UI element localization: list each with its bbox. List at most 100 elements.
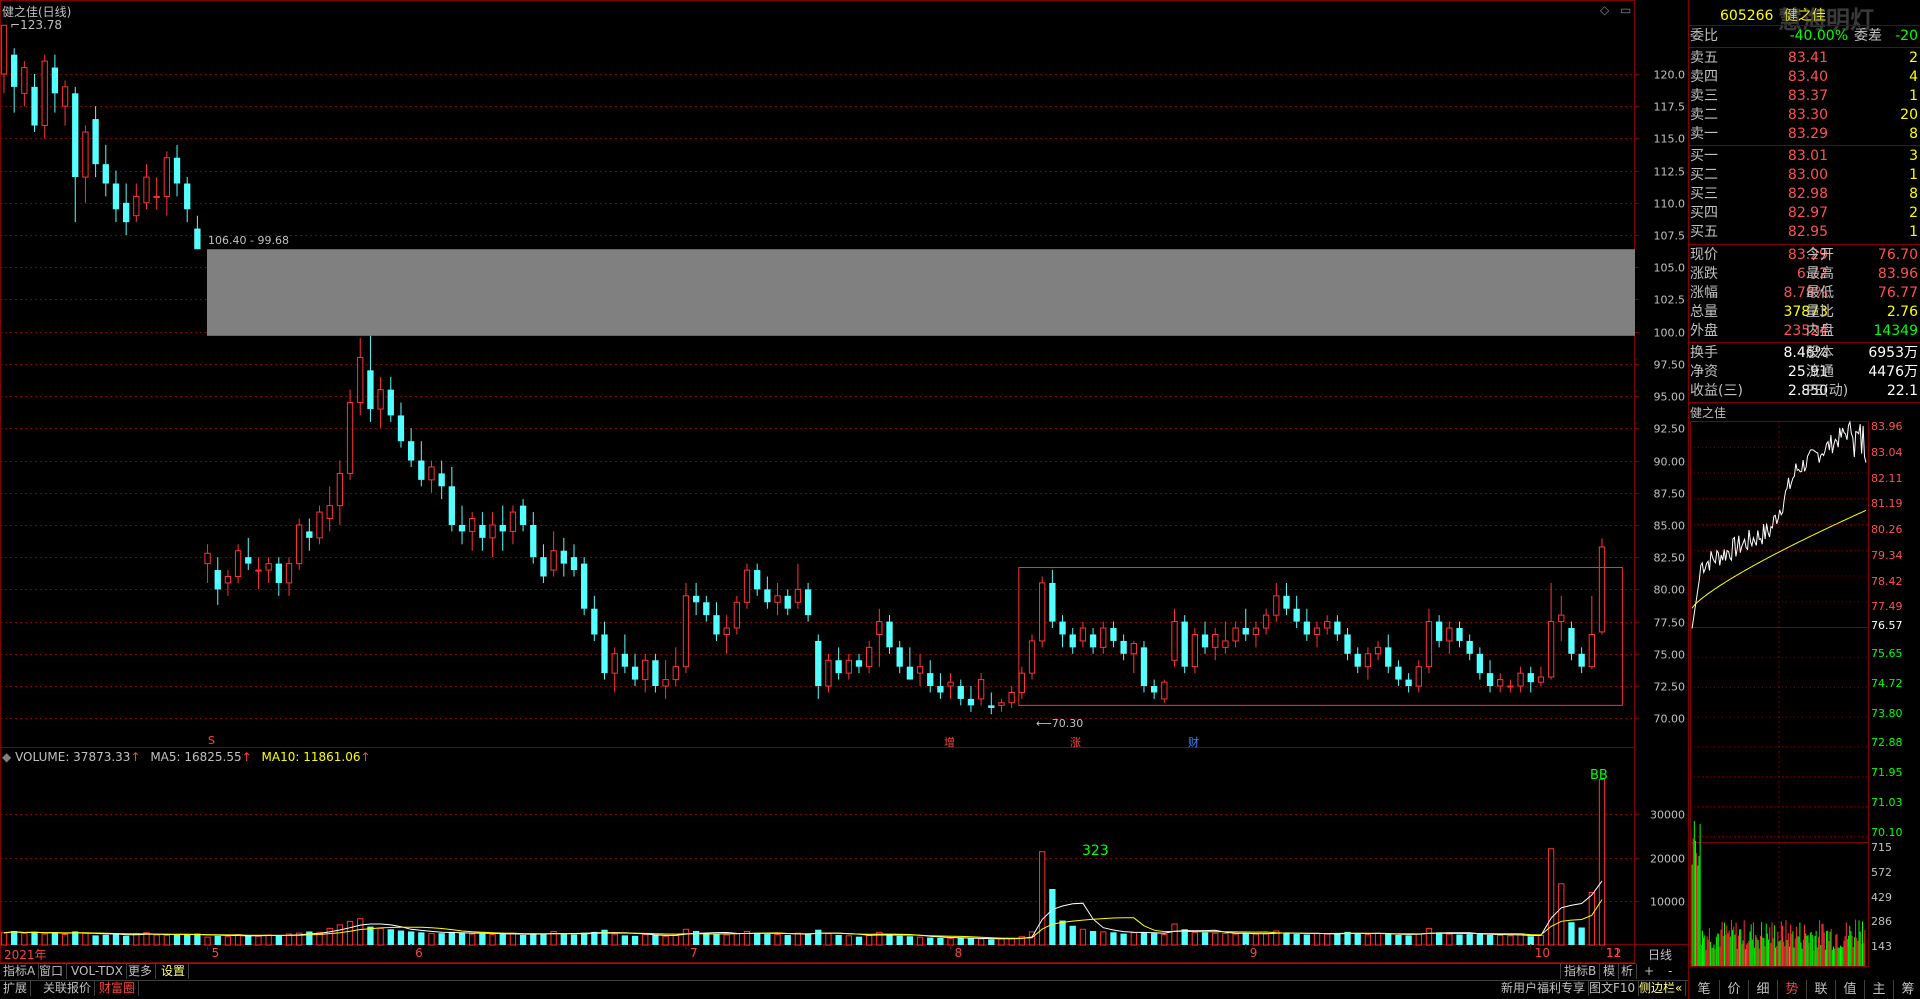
event-marker-zeng[interactable]: 增 — [944, 734, 955, 750]
tab-indicator-a[interactable]: 指标A — [0, 964, 40, 979]
candle-body — [886, 621, 893, 648]
candle-body — [357, 356, 364, 404]
price-axis-label: 117.5 — [1654, 101, 1686, 114]
mini-tab[interactable]: 势 — [1777, 980, 1806, 999]
event-marker-zhang[interactable]: 涨 — [1070, 734, 1081, 750]
main-chart[interactable]: 120.0 117.5 115.0 112.5 110.0 107.5 105.0 102.5… — [0, 0, 1920, 999]
max-price-label: ⌐123.78 — [10, 18, 63, 32]
volume-bar — [611, 933, 618, 946]
price-axis-label: 72.50 — [1654, 681, 1686, 694]
candle-body — [988, 705, 995, 708]
volume-bar — [1008, 937, 1015, 946]
candle-body — [1181, 621, 1188, 667]
candle-body — [387, 389, 394, 416]
candle-body — [458, 524, 466, 532]
candle-body — [1273, 595, 1280, 616]
tab-indicator-b[interactable]: 指标B — [1560, 964, 1601, 979]
promo-new-user[interactable]: 新用户福利专享 — [1498, 981, 1590, 996]
candle-body — [927, 673, 934, 687]
candle-body — [662, 679, 669, 687]
price-axis-label: 90.00 — [1654, 456, 1686, 469]
candle-body — [173, 157, 181, 184]
tab-template[interactable]: 模 — [1600, 964, 1620, 979]
price-axis-label: 82.50 — [1654, 552, 1686, 565]
volume-bar — [224, 936, 232, 946]
mini-tab[interactable]: 值 — [1835, 980, 1864, 999]
tab-more[interactable]: 更多 — [125, 964, 157, 979]
volume-bar — [988, 939, 995, 945]
stat-row: 现价 83.29 今开 76.70 — [1690, 247, 1918, 263]
candle-body — [51, 67, 59, 94]
period-label[interactable]: 日线 — [1648, 946, 1672, 963]
tab-related-quote[interactable]: 关联报价 — [40, 981, 96, 996]
sidebar-toggle[interactable]: 侧边栏« — [1636, 981, 1687, 996]
candle-body — [591, 608, 598, 635]
volume-bar — [1283, 932, 1290, 945]
candle-body — [957, 686, 964, 699]
volume-bar — [937, 938, 944, 945]
candle-body — [1497, 679, 1504, 687]
mini-axis-mid: 76.57 — [1871, 619, 1903, 632]
candle-body — [977, 679, 985, 700]
mini-tab[interactable]: 细 — [1748, 980, 1777, 999]
volume-bar — [825, 933, 832, 946]
restore-icon[interactable]: ◇ — [1600, 3, 1609, 17]
candle-body — [906, 666, 914, 680]
candle-body — [1374, 646, 1382, 655]
volume-bar — [1222, 933, 1229, 946]
volume-bar — [1395, 934, 1402, 945]
candle-body — [1049, 582, 1056, 622]
volume-bar — [1293, 934, 1300, 945]
volume-bar — [1374, 932, 1382, 946]
price-axis-label: 107.5 — [1654, 230, 1686, 243]
volume-bar — [133, 933, 140, 946]
volume-bar — [11, 931, 18, 945]
price-axis-label: 105.0 — [1654, 262, 1686, 275]
candle-body — [1059, 621, 1066, 635]
volume-bar — [621, 935, 629, 945]
mini-tab[interactable]: 筹 — [1893, 980, 1920, 999]
volume-bar — [153, 934, 160, 946]
candle-body — [713, 615, 720, 635]
tab-extend[interactable]: 扩展 — [0, 981, 32, 996]
price-axis-label: 97.50 — [1654, 359, 1686, 372]
volume-bar — [1324, 933, 1331, 946]
volume-ma5-line — [3, 880, 1603, 940]
volume-bar — [1110, 932, 1117, 945]
volume-bar — [61, 934, 69, 946]
volume-bar — [397, 930, 405, 945]
candle-body — [1089, 634, 1097, 648]
quote-row: 买五 82.95 1 — [1690, 224, 1918, 240]
mini-tab[interactable]: 主 — [1864, 980, 1893, 999]
event-marker-cai[interactable]: 财 — [1188, 734, 1199, 750]
signal-marker-s[interactable]: S — [208, 734, 215, 747]
window-menu-icon[interactable]: ▭ — [1620, 3, 1631, 17]
volume-bar — [82, 932, 89, 946]
zoom-in-button[interactable]: + — [1644, 964, 1654, 978]
candle-body — [1537, 676, 1545, 683]
tab-settings[interactable]: 设置 — [158, 964, 190, 979]
candle-body — [0, 24, 8, 75]
tab-vol-tdx[interactable]: VOL-TDX — [68, 964, 127, 979]
volume-bar — [1425, 927, 1433, 946]
volume-bar — [499, 934, 506, 945]
mini-chart-title: 健之佳 — [1690, 406, 1727, 420]
volume-bar — [1588, 892, 1595, 946]
candle-body — [876, 621, 883, 635]
candle-body — [1476, 653, 1484, 674]
tab-window[interactable]: 窗口 — [36, 964, 68, 979]
stat-row: 涨幅 8.78% 最低 76.77 — [1690, 285, 1918, 301]
mini-axis-label: 71.95 — [1871, 766, 1903, 780]
volume-bar — [489, 934, 496, 946]
volume-bar — [112, 934, 120, 945]
mini-tab[interactable]: 联 — [1806, 980, 1835, 999]
tab-analysis[interactable]: 析 — [1618, 964, 1638, 979]
mini-tab[interactable]: 笔 — [1690, 980, 1718, 999]
f10-link[interactable]: 图文F10 — [1586, 981, 1640, 996]
tab-wealth-circle[interactable]: 财富圈 — [96, 981, 140, 996]
zoom-out-button[interactable]: - — [1668, 964, 1672, 978]
mini-tab[interactable]: 价 — [1719, 980, 1748, 999]
settings-icon[interactable]: ◆ — [2, 750, 11, 764]
candle-body — [1415, 666, 1422, 687]
quote-row: 卖三 83.37 1 — [1690, 88, 1918, 104]
